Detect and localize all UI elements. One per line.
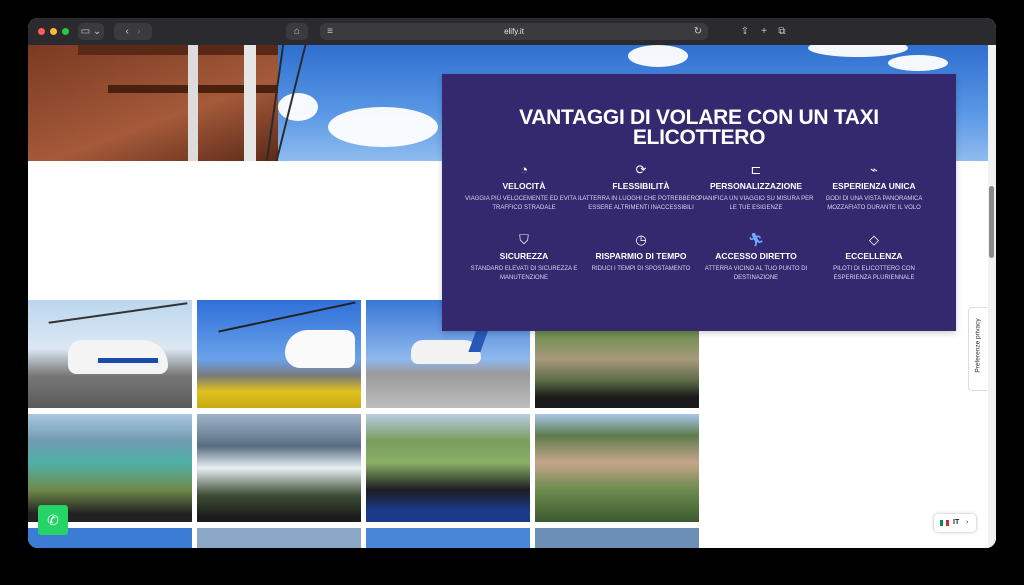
shield-check-icon: ⛉ bbox=[519, 232, 529, 247]
feature-description: PIANIFICA UN VIAGGIO SU MISURA PER LE TU… bbox=[698, 196, 814, 211]
gallery-photo[interactable] bbox=[366, 414, 530, 522]
feature-description: ATTERRA IN LUOGHI CHE POTREBBERO ESSERE … bbox=[582, 196, 700, 211]
feature-accesso-diretto: 🏃︎ ACCESSO DIRETTO ATTERRA VICINO AL TUO… bbox=[696, 232, 816, 283]
running-person-icon: 🏃︎ bbox=[747, 232, 765, 247]
speedometer-icon: ◔ bbox=[520, 162, 528, 177]
page-scrollbar[interactable] bbox=[988, 45, 996, 548]
feature-title: VELOCITÀ bbox=[502, 181, 546, 191]
feature-title: FLESSIBILITÀ bbox=[612, 181, 670, 191]
gallery-photo[interactable] bbox=[535, 414, 699, 522]
feature-sicurezza: ⛉ SICUREZZA STANDARD ELEVATI DI SICUREZZ… bbox=[464, 232, 584, 283]
diamond-icon: ◇ bbox=[869, 232, 879, 247]
feature-description: STANDARD ELEVATI DI SICUREZZA E MANUTENZ… bbox=[470, 266, 578, 281]
minimize-window-button[interactable] bbox=[50, 28, 57, 35]
panel-title: VANTAGGI DI VOLARE CON UN TAXI ELICOTTER… bbox=[519, 106, 879, 149]
navigation-buttons: ‹ › bbox=[114, 23, 152, 40]
gallery-photo[interactable] bbox=[28, 300, 192, 408]
user-clock-icon: ◷ bbox=[635, 232, 647, 247]
feature-risparmio-di-tempo: ◷ RISPARMIO DI TEMPO RIDUCI I TEMPI DI S… bbox=[581, 232, 701, 274]
feature-description: VIAGGIA PIÙ VELOCEMENTE ED EVITA IL TRAF… bbox=[465, 196, 583, 211]
feature-personalizzazione: ⊏ PERSONALIZZAZIONE PIANIFICA UN VIAGGIO… bbox=[696, 162, 816, 213]
address-bar[interactable]: ≡ elify.it ↻ bbox=[320, 23, 708, 40]
maximize-window-button[interactable] bbox=[62, 28, 69, 35]
chevron-right-icon: › bbox=[966, 519, 969, 526]
feature-flessibilita: ⟳ FLESSIBILITÀ ATTERRA IN LUOGHI CHE POT… bbox=[581, 162, 701, 213]
photo-gallery bbox=[28, 300, 700, 548]
feature-description: RIDUCI I TEMPI DI SPOSTAMENTO bbox=[591, 266, 691, 272]
forward-icon[interactable]: › bbox=[137, 26, 140, 37]
italy-flag-icon bbox=[940, 520, 949, 526]
new-tab-icon[interactable]: + bbox=[757, 23, 771, 40]
share-icon[interactable]: ⇪ bbox=[738, 23, 752, 40]
home-icon: ⌂ bbox=[293, 26, 301, 37]
gallery-photo[interactable] bbox=[535, 528, 699, 548]
tabs-icon[interactable]: ⧉ bbox=[775, 23, 789, 40]
feature-description: ATTERRA VICINO AL TUO PUNTO DI DESTINAZI… bbox=[704, 266, 808, 281]
whatsapp-button[interactable]: ✆ bbox=[38, 505, 68, 535]
browser-window: ▭ ⌄ ‹ › ⌂ ≡ elify.it ↻ ⇪ + ⧉ VANTAGGI DI… bbox=[28, 18, 996, 548]
advantages-panel: VANTAGGI DI VOLARE CON UN TAXI ELICOTTER… bbox=[442, 74, 956, 331]
web-page: VANTAGGI DI VOLARE CON UN TAXI ELICOTTER… bbox=[28, 45, 996, 548]
whatsapp-icon: ✆ bbox=[47, 512, 59, 528]
privacy-label: Preferenze privacy bbox=[974, 318, 982, 373]
feature-velocita: ◔ VELOCITÀ VIAGGIA PIÙ VELOCEMENTE ED EV… bbox=[464, 162, 584, 213]
refresh-icon: ⟳ bbox=[635, 162, 647, 177]
language-switcher[interactable]: IT › bbox=[934, 514, 976, 532]
feature-eccellenza: ◇ ECCELLENZA PILOTI DI ELICOTTERO CON ES… bbox=[814, 232, 934, 283]
home-button[interactable]: ⌂ bbox=[286, 23, 308, 40]
url-text: elify.it bbox=[504, 27, 524, 36]
megaphone-icon: ⊏ bbox=[750, 162, 762, 177]
feature-title: ACCESSO DIRETTO bbox=[715, 251, 797, 261]
feature-esperienza-unica: ⌁ ESPERIENZA UNICA GODI DI UNA VISTA PAN… bbox=[814, 162, 934, 213]
feature-title: SICUREZZA bbox=[499, 251, 549, 261]
sidebar-icon: ▭ ⌄ bbox=[80, 26, 102, 37]
scrollbar-thumb[interactable] bbox=[989, 186, 994, 258]
privacy-preferences-tab[interactable]: Preferenze privacy bbox=[968, 307, 987, 391]
close-window-button[interactable] bbox=[38, 28, 45, 35]
gallery-photo[interactable] bbox=[197, 528, 361, 548]
helicopter-icon: ⌁ bbox=[870, 162, 878, 177]
browser-toolbar: ▭ ⌄ ‹ › ⌂ ≡ elify.it ↻ ⇪ + ⧉ bbox=[28, 18, 996, 45]
feature-title: PERSONALIZZAZIONE bbox=[709, 181, 803, 191]
gallery-photo[interactable] bbox=[197, 414, 361, 522]
building-image bbox=[28, 45, 278, 161]
gallery-photo[interactable] bbox=[366, 528, 530, 548]
sidebar-toggle-button[interactable]: ▭ ⌄ bbox=[78, 23, 104, 40]
back-icon[interactable]: ‹ bbox=[125, 26, 128, 37]
feature-title: RISPARMIO DI TEMPO bbox=[595, 251, 687, 261]
reload-icon[interactable]: ↻ bbox=[692, 23, 704, 40]
feature-title: ECCELLENZA bbox=[845, 251, 903, 261]
gallery-photo[interactable] bbox=[197, 300, 361, 408]
language-code: IT bbox=[953, 519, 960, 526]
feature-description: GODI DI UNA VISTA PANORAMICA MOZZAFIATO … bbox=[825, 196, 923, 211]
feature-title: ESPERIENZA UNICA bbox=[832, 181, 916, 191]
feature-description: PILOTI DI ELICOTTERO CON ESPERIENZA PLUR… bbox=[833, 266, 915, 281]
